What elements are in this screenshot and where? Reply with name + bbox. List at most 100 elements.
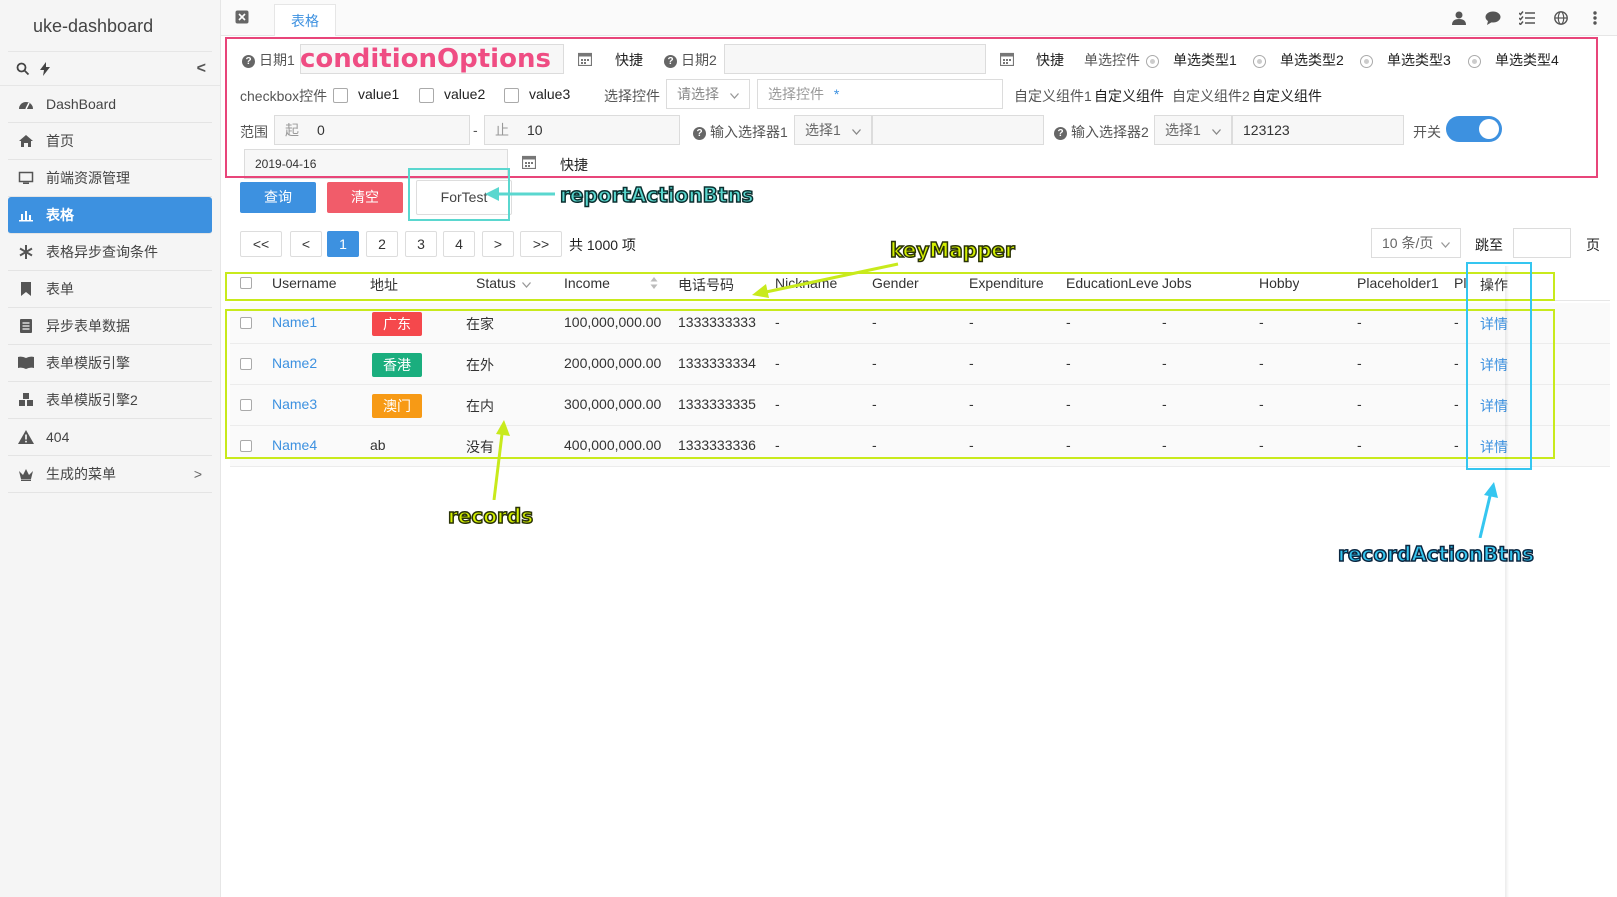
pagination-page[interactable]: 4 <box>443 231 475 257</box>
date3-input[interactable]: 2019-04-16 <box>244 149 508 179</box>
sidebar-item-label: 表单模版引擎 <box>46 355 130 371</box>
column-header[interactable]: 电话号码 <box>678 275 734 295</box>
sidebar-item-form-template[interactable]: 表单模版引擎 <box>8 345 212 382</box>
annotation-report-action-btns: reportActionBtns <box>559 182 754 208</box>
calendar-icon[interactable] <box>570 44 600 74</box>
query-button[interactable]: 查询 <box>240 182 316 213</box>
calendar-icon[interactable] <box>514 147 544 177</box>
filter-icon[interactable] <box>521 275 531 291</box>
input-select2-dropdown[interactable]: 选择1 <box>1154 115 1232 145</box>
input-select1-text[interactable] <box>872 115 1044 145</box>
list-check-icon[interactable] <box>1519 10 1535 26</box>
date1-quick-link[interactable]: 快捷 <box>615 50 643 70</box>
radio-button[interactable] <box>1360 54 1373 68</box>
column-header[interactable]: Hobby <box>1259 275 1299 291</box>
date2-quick-link[interactable]: 快捷 <box>1036 50 1064 70</box>
column-header[interactable]: 地址 <box>370 275 398 295</box>
pagination-page[interactable]: 1 <box>327 231 359 257</box>
chat-icon[interactable] <box>1485 10 1501 26</box>
switch-toggle[interactable] <box>1446 116 1502 142</box>
pagination-prev[interactable]: < <box>290 231 322 257</box>
username-link[interactable]: Name4 <box>272 437 317 453</box>
page-size-select[interactable]: 10 条/页 <box>1371 228 1461 258</box>
username-link[interactable]: Name3 <box>272 396 317 412</box>
username-link[interactable]: Name2 <box>272 355 317 371</box>
detail-link[interactable]: 详情 <box>1480 437 1508 457</box>
sidebar-item-dashboard[interactable]: DashBoard <box>8 86 212 123</box>
select-dropdown[interactable]: 请选择 <box>666 79 750 109</box>
checkbox[interactable] <box>419 87 434 103</box>
date2-input[interactable] <box>724 44 986 74</box>
radio-option-1[interactable]: 单选类型1 <box>1146 50 1237 70</box>
row-checkbox[interactable] <box>240 399 252 411</box>
row-checkbox[interactable] <box>240 440 252 452</box>
radio-option-3[interactable]: 单选类型3 <box>1360 50 1451 70</box>
checkbox-option-1[interactable]: value1 <box>333 86 399 103</box>
checkbox-option-2[interactable]: value2 <box>419 86 485 103</box>
search-icon[interactable] <box>14 60 32 78</box>
sidebar-item-generated-menu[interactable]: 生成的菜单 > <box>8 456 212 493</box>
checkbox[interactable] <box>504 87 519 103</box>
column-header[interactable]: Income <box>564 275 610 291</box>
pagination-last[interactable]: >> <box>520 231 562 257</box>
radio-option-label: 单选类型2 <box>1280 52 1344 68</box>
tab-table[interactable]: 表格 <box>274 4 336 36</box>
collapse-sidebar-button[interactable]: < <box>197 60 206 78</box>
user-icon[interactable] <box>1451 10 1467 26</box>
globe-icon[interactable] <box>1553 10 1569 26</box>
checkbox[interactable] <box>333 87 348 103</box>
sidebar-item-label: 表单模版引擎2 <box>46 392 138 408</box>
detail-link[interactable]: 详情 <box>1480 396 1508 416</box>
calendar-icon[interactable] <box>992 44 1022 74</box>
row-checkbox[interactable] <box>240 358 252 370</box>
column-header[interactable]: Expenditure <box>969 275 1044 291</box>
range-to-input[interactable]: 止 10 <box>484 115 680 145</box>
jump-input[interactable] <box>1513 228 1571 258</box>
sort-icon[interactable] <box>650 276 658 293</box>
column-header[interactable]: Jobs <box>1162 275 1192 291</box>
pagination-page[interactable]: 3 <box>405 231 437 257</box>
username-link[interactable]: Name1 <box>272 314 317 330</box>
sidebar-item-form-template-2[interactable]: 表单模版引擎2 <box>8 382 212 419</box>
column-header[interactable]: EducationLeve <box>1066 275 1158 291</box>
checkbox-option-3[interactable]: value3 <box>504 86 570 103</box>
sidebar-item-label: 表单 <box>46 281 74 297</box>
sidebar-item-frontend-resources[interactable]: 前端资源管理 <box>8 160 212 197</box>
sidebar-item-table[interactable]: 表格 <box>8 197 212 234</box>
pagination-first[interactable]: << <box>240 231 282 257</box>
radio-option-2[interactable]: 单选类型2 <box>1253 50 1344 70</box>
more-vertical-icon[interactable] <box>1587 10 1603 26</box>
select-control-input[interactable]: 选择控件 * <box>757 79 1003 109</box>
sidebar-item-async-form[interactable]: 异步表单数据 <box>8 308 212 345</box>
address-tag: 广东 <box>372 312 422 336</box>
column-header[interactable]: Pl <box>1454 275 1472 291</box>
sidebar-item-table-async[interactable]: 表格异步查询条件 <box>8 234 212 271</box>
lightning-icon[interactable] <box>36 60 54 78</box>
radio-button[interactable] <box>1146 54 1159 68</box>
close-tab-icon[interactable] <box>235 10 249 24</box>
radio-button[interactable] <box>1468 54 1481 68</box>
column-header[interactable]: Username <box>272 275 337 291</box>
clear-button[interactable]: 清空 <box>327 182 403 213</box>
table-cell: - <box>1066 437 1071 453</box>
table-cell: - <box>1066 396 1071 412</box>
sidebar-item-404[interactable]: 404 <box>8 419 212 456</box>
select-all-checkbox[interactable] <box>240 277 252 289</box>
row-checkbox[interactable] <box>240 317 252 329</box>
date3-quick-link[interactable]: 快捷 <box>560 155 588 175</box>
column-header[interactable]: Status <box>476 275 531 291</box>
sidebar-item-label: 首页 <box>46 133 74 149</box>
chevron-down-icon <box>852 116 861 144</box>
radio-option-4[interactable]: 单选类型4 <box>1468 50 1559 70</box>
input-select2-text[interactable]: 123123 <box>1232 115 1404 145</box>
detail-link[interactable]: 详情 <box>1480 314 1508 334</box>
radio-button[interactable] <box>1253 54 1266 68</box>
column-header[interactable]: Placeholder1 <box>1357 275 1439 291</box>
pagination-page[interactable]: 2 <box>366 231 398 257</box>
pagination-next[interactable]: > <box>482 231 514 257</box>
sidebar-item-home[interactable]: 首页 <box>8 123 212 160</box>
range-from-input[interactable]: 起0 <box>274 115 470 145</box>
sidebar-item-form[interactable]: 表单 <box>8 271 212 308</box>
detail-link[interactable]: 详情 <box>1480 355 1508 375</box>
input-select1-dropdown[interactable]: 选择1 <box>794 115 872 145</box>
